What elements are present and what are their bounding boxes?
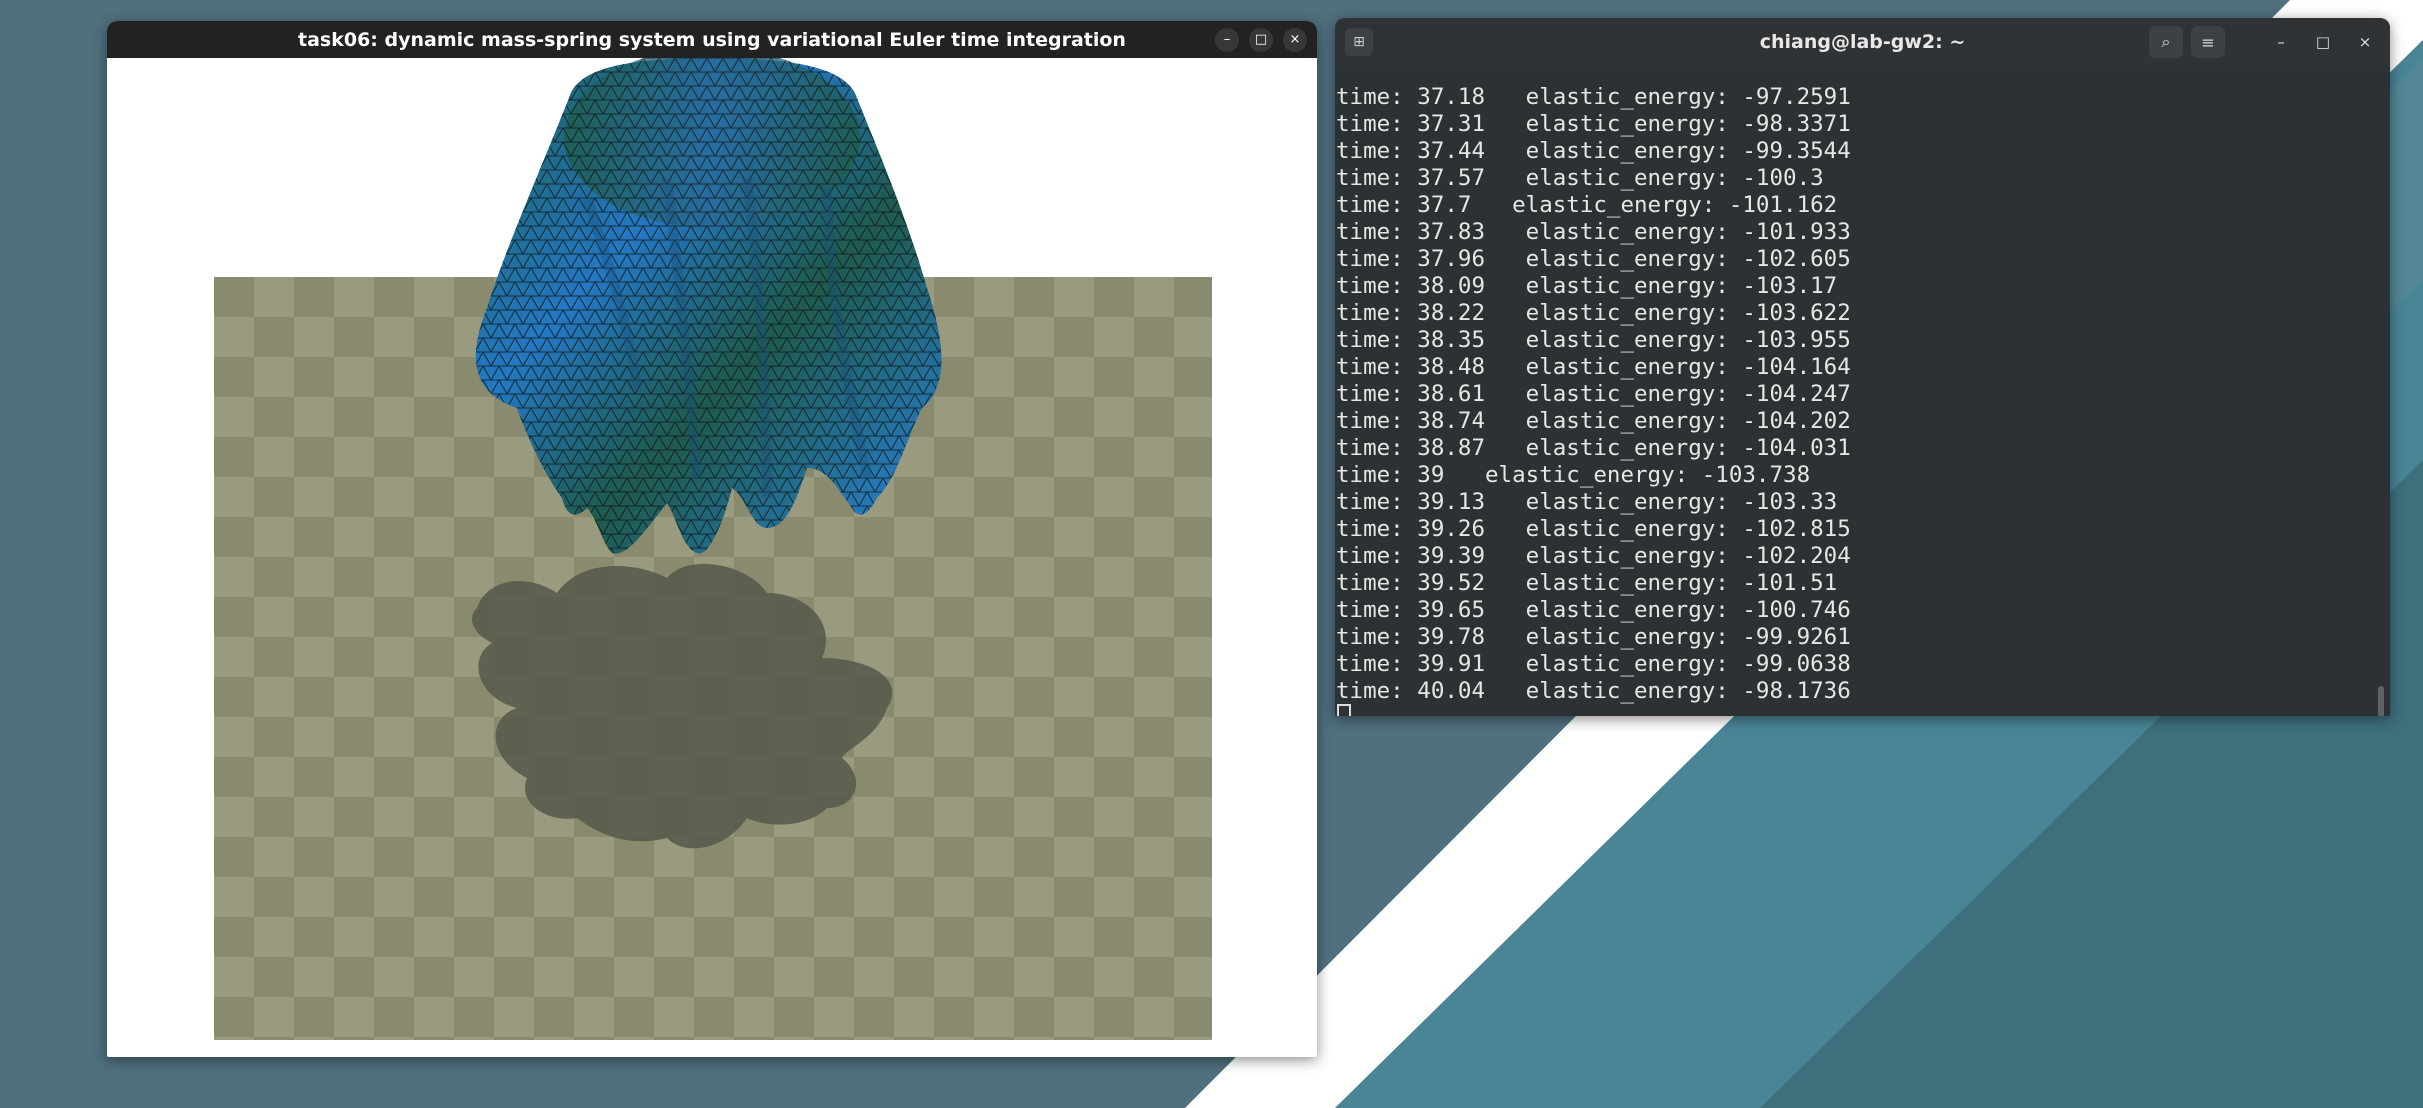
- terminal-tools: ⌕ ≡: [2149, 18, 2225, 66]
- terminal-titlebar[interactable]: ⊞ chiang@lab-gw2: ~ ⌕ ≡ – □ ×: [1335, 18, 2390, 66]
- terminal-scrollbar[interactable]: [2378, 686, 2384, 716]
- terminal-line: time: 37.96 elastic_energy: -102.605: [1336, 246, 1851, 272]
- terminal-line: time: 39.91 elastic_energy: -99.0638: [1336, 651, 1851, 677]
- new-tab-icon[interactable]: ⊞: [1345, 28, 1373, 56]
- terminal-line: time: 37.83 elastic_energy: -101.933: [1336, 219, 1851, 245]
- simulation-window[interactable]: task06: dynamic mass-spring system using…: [107, 21, 1317, 1057]
- terminal-line: time: 39.39 elastic_energy: -102.204: [1336, 543, 1851, 569]
- terminal-window[interactable]: ⊞ chiang@lab-gw2: ~ ⌕ ≡ – □ × time: 37.1…: [1335, 18, 2390, 716]
- terminal-line: time: 38.48 elastic_energy: -104.164: [1336, 354, 1851, 380]
- terminal-line: time: 38.74 elastic_energy: -104.202: [1336, 408, 1851, 434]
- menu-icon[interactable]: ≡: [2191, 26, 2225, 58]
- sim-window-controls: – □ ×: [1215, 21, 1307, 58]
- terminal-line: time: 38.22 elastic_energy: -103.622: [1336, 300, 1851, 326]
- close-button[interactable]: ×: [2352, 30, 2378, 54]
- terminal-line: time: 37.7 elastic_energy: -101.162: [1336, 192, 1838, 218]
- terminal-line: time: 37.18 elastic_energy: -97.2591: [1336, 84, 1851, 110]
- terminal-line: time: 39.26 elastic_energy: -102.815: [1336, 516, 1851, 542]
- terminal-line: time: 39.65 elastic_energy: -100.746: [1336, 597, 1851, 623]
- search-icon[interactable]: ⌕: [2149, 26, 2183, 58]
- terminal-line: time: 38.87 elastic_energy: -104.031: [1336, 435, 1851, 461]
- maximize-button[interactable]: □: [1249, 27, 1273, 52]
- minimize-button[interactable]: –: [2268, 30, 2294, 54]
- terminal-line: time: 37.57 elastic_energy: -100.3: [1336, 165, 1824, 191]
- sim-window-title: task06: dynamic mass-spring system using…: [298, 28, 1126, 51]
- terminal-line: time: 38.09 elastic_energy: -103.17: [1336, 273, 1838, 299]
- terminal-line: time: 39.78 elastic_energy: -99.9261: [1336, 624, 1851, 650]
- terminal-line: time: 37.31 elastic_energy: -98.3371: [1336, 111, 1851, 137]
- maximize-button[interactable]: □: [2310, 30, 2336, 54]
- terminal-line: time: 38.61 elastic_energy: -104.247: [1336, 381, 1851, 407]
- terminal-line: time: 37.44 elastic_energy: -99.3544: [1336, 138, 1851, 164]
- terminal-cursor: [1337, 704, 1351, 716]
- terminal-title: chiang@lab-gw2: ~: [1759, 31, 1966, 53]
- minimize-button[interactable]: –: [1215, 27, 1239, 52]
- terminal-line: time: 39.13 elastic_energy: -103.33: [1336, 489, 1838, 515]
- terminal-output[interactable]: time: 37.18 elastic_energy: -97.2591 tim…: [1335, 66, 2390, 716]
- terminal-line: time: 38.35 elastic_energy: -103.955: [1336, 327, 1851, 353]
- sim-titlebar[interactable]: task06: dynamic mass-spring system using…: [107, 21, 1317, 58]
- terminal-window-controls: – □ ×: [2268, 18, 2378, 66]
- terminal-line: time: 39 elastic_energy: -103.738: [1336, 462, 1811, 488]
- terminal-line: time: 40.04 elastic_energy: -98.1736: [1336, 678, 1851, 704]
- close-button[interactable]: ×: [1283, 27, 1307, 52]
- simulation-viewport[interactable]: [107, 58, 1317, 1057]
- terminal-line: time: 39.52 elastic_energy: -101.51: [1336, 570, 1838, 596]
